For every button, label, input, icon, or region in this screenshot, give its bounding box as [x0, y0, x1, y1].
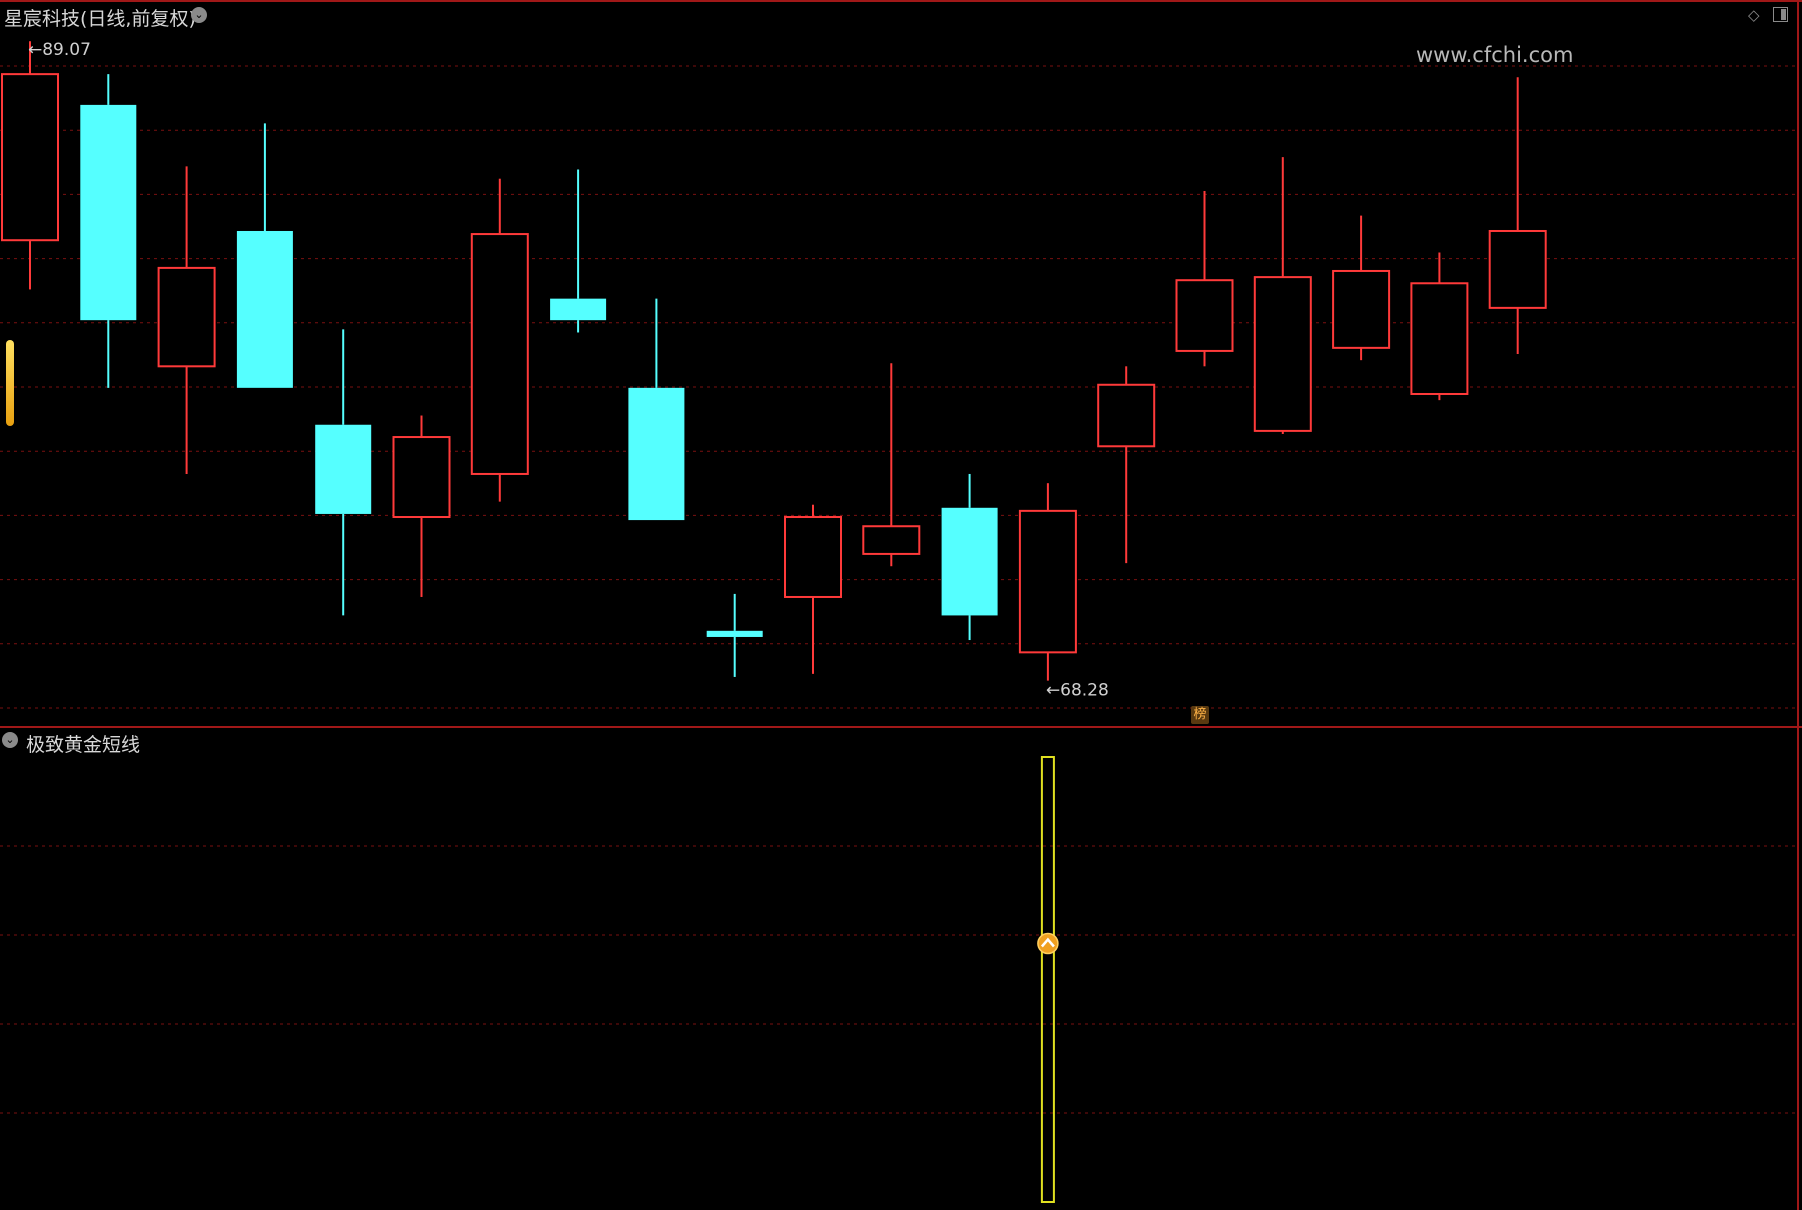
rank-badge[interactable]: 榜 — [1191, 706, 1209, 724]
candle-body-up — [1097, 383, 1156, 448]
candle-body-up — [1175, 279, 1234, 352]
diamond-icon[interactable]: ◇ — [1748, 6, 1760, 24]
candlestick-series — [1, 41, 1547, 681]
candle-body-down — [80, 104, 137, 321]
indicator-grid — [0, 845, 1798, 1114]
min-price-label: ←68.28 — [1046, 681, 1109, 701]
chevron-down-icon[interactable]: ⌄ — [191, 7, 207, 23]
indicator-series — [1037, 756, 1059, 1203]
candle-body-up — [157, 266, 216, 368]
candle-body-down — [706, 630, 763, 637]
candle-body-up — [392, 436, 451, 519]
candle-body-up — [1018, 509, 1077, 654]
candle-body-down — [236, 230, 293, 388]
signal-bar — [1040, 756, 1055, 1203]
candle-body-down — [941, 507, 998, 616]
candle-body-down — [628, 387, 685, 521]
candle-body-up — [470, 233, 529, 475]
watermark: www.cfchi.com — [1416, 43, 1574, 67]
candle-body-up — [784, 516, 842, 598]
candle-body-up — [1488, 229, 1547, 309]
scroll-handle[interactable] — [6, 340, 14, 426]
up-arrow-icon — [1037, 932, 1059, 955]
panel-toggle-icon[interactable] — [1773, 7, 1788, 22]
candle-body-up — [1332, 269, 1391, 349]
chevron-down-icon[interactable]: ⌄ — [2, 732, 18, 748]
candle-body-down — [315, 424, 372, 514]
candle-body-down — [550, 298, 607, 321]
candle-body-up — [862, 525, 921, 555]
indicator-title[interactable]: 极致黄金短线 — [26, 730, 140, 757]
candle-body-up — [1410, 282, 1469, 395]
candle-body-up — [1, 73, 59, 242]
chart-canvas: ←89.07 ←68.28 — [0, 0, 1802, 1210]
candle-body-up — [1253, 276, 1312, 432]
max-price-label: ←89.07 — [28, 40, 91, 60]
stock-title[interactable]: 星宸科技(日线,前复权) — [4, 4, 196, 31]
